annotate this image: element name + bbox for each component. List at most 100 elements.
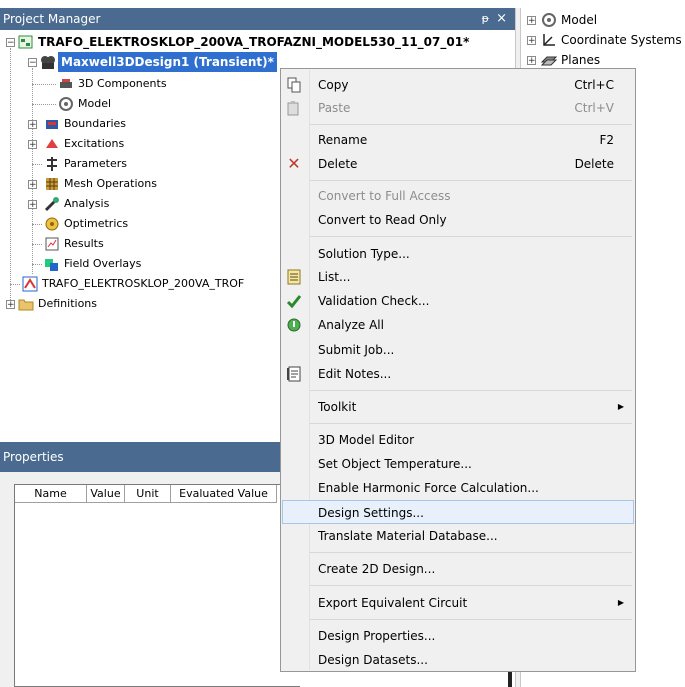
menu-item-label: Validation Check...	[318, 294, 430, 308]
expand-icon[interactable]: +	[527, 56, 536, 66]
menu-item-label: Design Properties...	[318, 629, 436, 643]
field-overlays-icon	[44, 256, 60, 272]
menu-item-label: List...	[318, 270, 351, 284]
results-icon	[44, 236, 60, 252]
menu-item-label: Edit Notes...	[318, 367, 392, 381]
boundaries-icon	[44, 116, 60, 132]
menu-item-translate-material-database[interactable]: Translate Material Database...	[282, 524, 634, 548]
delete-icon: ✕	[287, 154, 301, 173]
submenu-arrow-icon: ▶	[617, 402, 624, 411]
menu-item-label: Convert to Read Only	[318, 213, 447, 227]
collapse-icon[interactable]: −	[6, 38, 15, 48]
menu-item-convert-full-access[interactable]: Convert to Full Access	[282, 184, 634, 208]
expand-icon[interactable]: +	[28, 140, 37, 150]
menu-item-label: Enable Harmonic Force Calculation...	[318, 481, 539, 495]
menu-item-analyze-all[interactable]: Analyze All	[282, 313, 634, 337]
tree-item-label: Field Overlays	[64, 257, 142, 270]
mesh-icon	[44, 176, 60, 192]
menu-item-design-datasets[interactable]: Design Datasets...	[282, 648, 634, 672]
tree-item-label: Results	[64, 237, 104, 250]
column-header-unit[interactable]: Unit	[125, 485, 171, 503]
parameters-icon	[44, 156, 60, 172]
tree-item-label: Parameters	[64, 157, 127, 170]
menu-item-label: Analyze All	[318, 318, 384, 332]
menu-item-label: Copy	[318, 78, 349, 92]
tree-item-label: TRAFO_ELEKTROSKLOP_200VA_TROF	[42, 277, 245, 290]
expand-icon[interactable]: +	[28, 200, 37, 210]
folder-icon	[18, 296, 34, 312]
menu-item-delete[interactable]: ✕ Delete Delete	[282, 152, 634, 176]
optimetrics-icon	[44, 216, 60, 232]
analysis-icon	[44, 196, 60, 212]
menu-item-rename[interactable]: Rename F2	[282, 128, 634, 152]
menu-item-convert-read-only[interactable]: Convert to Read Only	[282, 208, 634, 232]
submenu-arrow-icon: ▶	[617, 598, 624, 607]
menu-item-label: Design Datasets...	[318, 653, 428, 667]
expand-icon[interactable]: +	[28, 180, 37, 190]
menu-item-label: Create 2D Design...	[318, 562, 436, 576]
menu-item-export-equivalent-circuit[interactable]: Export Equivalent Circuit ▶	[282, 591, 634, 615]
menu-separator	[310, 236, 632, 237]
tree-item-label: Boundaries	[64, 117, 127, 130]
menu-item-label: Delete	[318, 157, 358, 171]
menu-item-edit-notes[interactable]: Edit Notes...	[282, 362, 634, 386]
menu-item-label: 3D Model Editor	[318, 433, 415, 447]
menu-item-3d-model-editor[interactable]: 3D Model Editor	[282, 428, 634, 452]
column-header-value[interactable]: Value	[87, 485, 125, 503]
menu-item-label: Translate Material Database...	[318, 529, 498, 543]
menu-item-shortcut: Ctrl+C	[574, 78, 614, 92]
tree-item-label: Definitions	[38, 297, 97, 310]
menu-item-set-object-temperature[interactable]: Set Object Temperature...	[282, 452, 634, 476]
properties-table: Name Value Unit Evaluated Value	[14, 484, 300, 687]
pin-icon[interactable]: ᵽ	[482, 8, 489, 30]
menu-item-toolkit[interactable]: Toolkit ▶	[282, 395, 634, 419]
menu-item-harmonic-force[interactable]: Enable Harmonic Force Calculation...	[282, 476, 634, 500]
edit-notes-icon	[286, 366, 302, 382]
menu-item-solution-type[interactable]: Solution Type...	[282, 242, 634, 266]
menu-item-shortcut: Ctrl+V	[574, 101, 614, 115]
menu-separator	[310, 552, 632, 553]
menu-item-validation-check[interactable]: Validation Check...	[282, 289, 634, 313]
properties-title: Properties	[3, 450, 64, 464]
expand-icon[interactable]: +	[527, 36, 536, 46]
menu-item-label: Rename	[318, 133, 368, 147]
menu-item-shortcut: Delete	[574, 157, 614, 171]
menu-item-submit-job[interactable]: Submit Job...	[282, 338, 634, 362]
menu-item-design-settings[interactable]: Design Settings...	[282, 500, 634, 524]
copy-icon	[286, 77, 302, 93]
list-icon	[286, 269, 302, 285]
expand-icon[interactable]: +	[6, 300, 15, 310]
tree-item-label: Optimetrics	[64, 217, 129, 230]
menu-item-paste[interactable]: Paste Ctrl+V	[282, 96, 634, 120]
menu-item-label: Export Equivalent Circuit	[318, 596, 468, 610]
menu-item-list[interactable]: List...	[282, 265, 634, 289]
menu-separator	[310, 124, 632, 125]
expand-icon[interactable]: +	[527, 16, 536, 26]
planes-icon	[540, 52, 558, 68]
menu-item-create-2d-design[interactable]: Create 2D Design...	[282, 557, 634, 581]
close-icon[interactable]: ×	[496, 8, 507, 30]
menu-separator	[310, 585, 632, 586]
menu-item-label: Design Settings...	[318, 506, 424, 520]
maxwell-design-icon	[40, 54, 56, 70]
collapse-icon[interactable]: −	[28, 58, 37, 68]
menu-item-label: Set Object Temperature...	[318, 457, 472, 471]
analyze-all-icon	[286, 317, 302, 333]
menu-separator	[310, 180, 632, 181]
column-header-name[interactable]: Name	[15, 485, 87, 503]
project-icon	[18, 34, 34, 50]
3d-components-icon	[58, 76, 74, 92]
model-icon	[58, 96, 74, 112]
tree-item-label: Model	[78, 97, 112, 110]
menu-item-design-properties[interactable]: Design Properties...	[282, 624, 634, 648]
paste-icon	[286, 100, 302, 116]
menu-item-shortcut: F2	[599, 133, 614, 147]
menu-item-copy[interactable]: Copy Ctrl+C	[282, 73, 634, 97]
column-header-evaluated-value[interactable]: Evaluated Value	[171, 485, 277, 503]
tree-item-label: Model	[561, 13, 598, 27]
menu-separator	[310, 423, 632, 424]
tree-item-label: Analysis	[64, 197, 110, 210]
menu-separator	[310, 390, 632, 391]
expand-icon[interactable]: +	[28, 120, 37, 130]
model-icon	[541, 12, 557, 28]
